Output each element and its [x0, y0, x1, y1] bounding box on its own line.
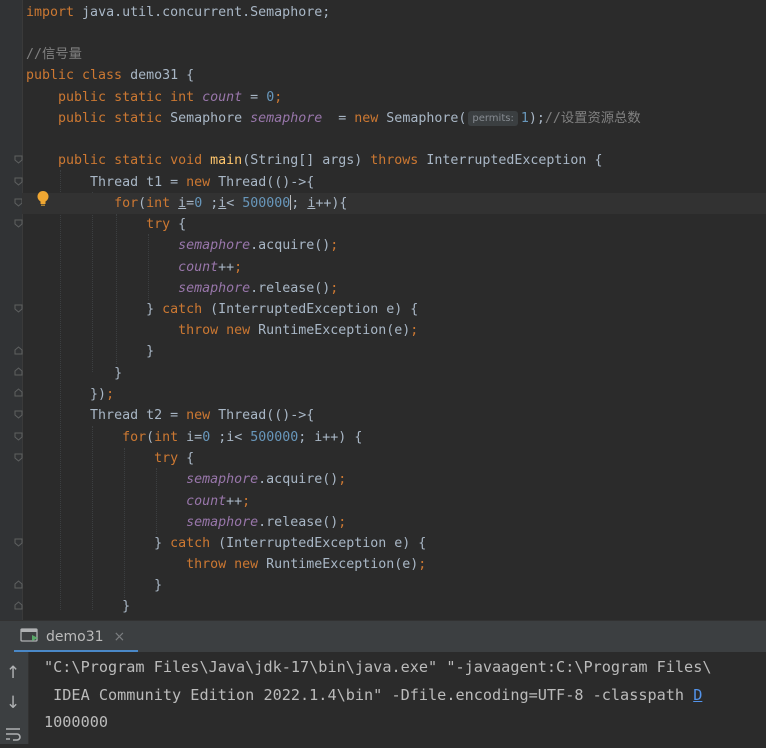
parameter-hint: permits:: [468, 111, 518, 126]
console-toolbar: ↑ ↓: [0, 652, 29, 744]
code-line-release: semaphore.release();: [178, 281, 339, 296]
arrow-down-icon[interactable]: ↓: [4, 694, 22, 712]
code-line-count-increment: count++;: [186, 494, 251, 509]
fold-end-icon[interactable]: [14, 346, 23, 355]
classpath-link[interactable]: D: [693, 686, 702, 704]
run-tool-window-header: demo31 ×: [0, 620, 766, 653]
fold-end-icon[interactable]: [14, 580, 23, 589]
fold-icon[interactable]: [14, 410, 23, 419]
code-line-count-increment: count++;: [178, 260, 243, 275]
code-line-field-semaphore: public static Semaphore semaphore = new …: [58, 111, 641, 126]
code-line-for-t1: for(int i=0 ;i< 500000; i++){: [22, 193, 766, 214]
code-line-throw: throw new RuntimeException(e);: [178, 323, 419, 338]
code-line-catch: } catch (InterruptedException e) {: [154, 536, 427, 551]
code-line-throw: throw new RuntimeException(e);: [186, 557, 427, 572]
fold-end-icon[interactable]: [14, 367, 23, 376]
code-line-close-brace: }: [154, 578, 163, 593]
arrow-up-icon[interactable]: ↑: [4, 664, 22, 682]
fold-icon[interactable]: [14, 155, 23, 164]
code-line-try: try {: [146, 217, 187, 232]
console-line-command: "C:\Program Files\Java\jdk-17\bin\java.e…: [44, 658, 712, 676]
code-editor[interactable]: import java.util.concurrent.Semaphore; /…: [0, 0, 766, 620]
code-line-close-lambda: });: [90, 387, 115, 402]
code-line-import: import java.util.concurrent.Semaphore;: [26, 5, 331, 20]
fold-end-icon[interactable]: [14, 388, 23, 397]
fold-icon[interactable]: [14, 432, 23, 441]
code-line-catch: } catch (InterruptedException e) {: [146, 302, 419, 317]
console-output: 1000000: [44, 713, 109, 731]
console-line-args: IDEA Community Edition 2022.1.4\bin" -Df…: [44, 686, 703, 704]
fold-icon[interactable]: [14, 304, 23, 313]
close-icon[interactable]: ×: [114, 629, 126, 645]
run-tab-label: demo31: [46, 629, 104, 645]
run-config-icon: [20, 627, 40, 647]
intention-bulb-icon[interactable]: [36, 190, 50, 208]
code-line-close-brace: }: [122, 599, 131, 614]
code-line-thread-t1: Thread t1 = new Thread(()->{: [90, 175, 315, 190]
code-line-close-brace: }: [146, 344, 155, 359]
run-tab-demo31[interactable]: demo31 ×: [20, 621, 125, 653]
code-line-acquire: semaphore.acquire();: [186, 472, 347, 487]
code-line-acquire: semaphore.acquire();: [178, 238, 339, 253]
code-line-release: semaphore.release();: [186, 515, 347, 530]
fold-icon[interactable]: [14, 453, 23, 462]
soft-wrap-icon[interactable]: [4, 726, 22, 744]
run-console[interactable]: ↑ ↓ "C:\Program Files\Java\jdk-17\bin\ja…: [0, 652, 766, 744]
code-line-field-count: public static int count = 0;: [58, 90, 283, 105]
code-line-close-brace: }: [114, 366, 123, 381]
fold-icon[interactable]: [14, 219, 23, 228]
fold-icon[interactable]: [14, 177, 23, 186]
code-line-try: try {: [154, 451, 195, 466]
code-line-main: public static void main(String[] args) t…: [58, 153, 603, 168]
fold-icon[interactable]: [14, 538, 23, 547]
fold-end-icon[interactable]: [14, 601, 23, 610]
code-line-class: public class demo31 {: [26, 68, 195, 83]
code-line-for-t2: for(int i=0 ;i< 500000; i++) {: [122, 430, 363, 445]
code-line-thread-t2: Thread t2 = new Thread(()->{: [90, 408, 315, 423]
code-line-comment: //信号量: [26, 47, 82, 62]
